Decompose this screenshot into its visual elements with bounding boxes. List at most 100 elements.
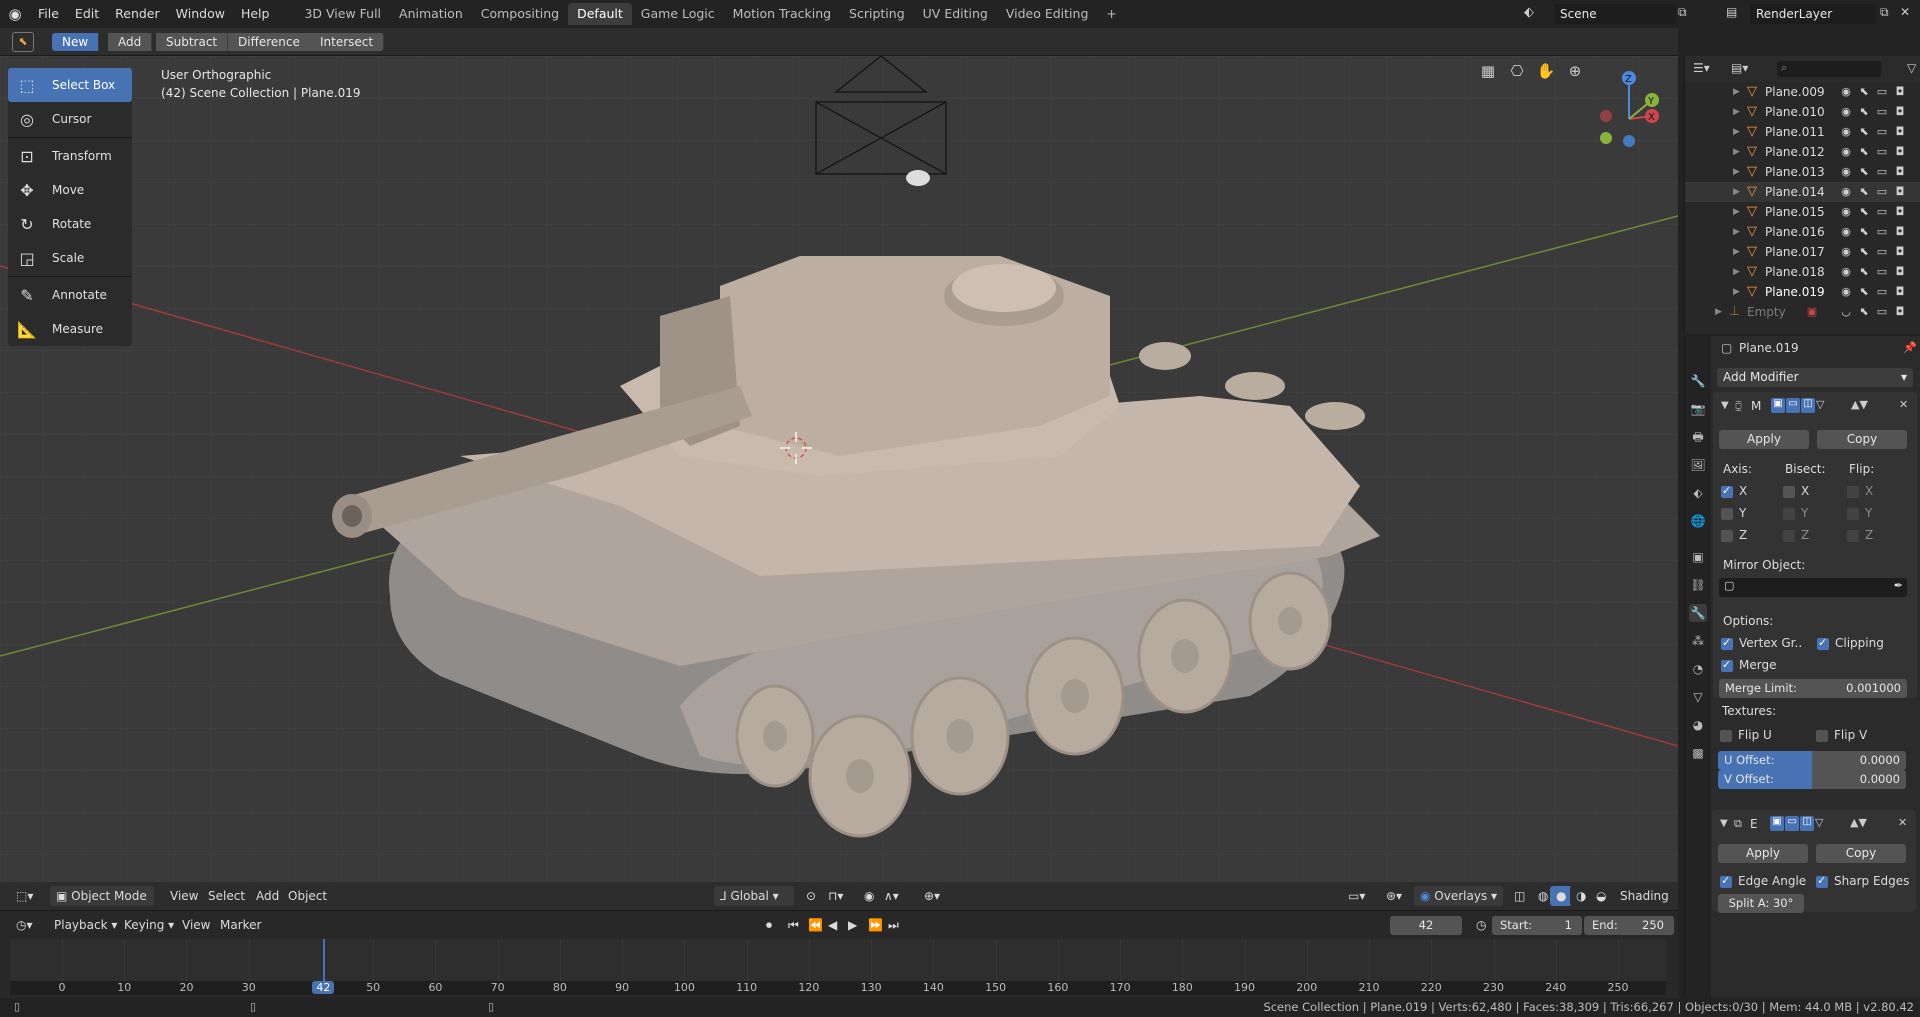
edge-split-copy-button[interactable]: Copy <box>1816 844 1906 863</box>
timeline-ruler[interactable]: 0 10 20 30 42 50 60 70 80 90 100 110 120 130 140 150 160… <box>10 981 1666 995</box>
mirror-object-field[interactable]: ▢ ✒ <box>1719 578 1907 597</box>
timeline-editor[interactable]: ◷▾ Playback ▾ Keying ▾ View Marker ⏺ ⏮ ⏪… <box>0 910 1678 1004</box>
display-mode-icon[interactable]: ▤▾ <box>1731 61 1748 75</box>
menu-select[interactable]: Select <box>202 886 252 906</box>
tab-default[interactable]: Default <box>568 3 632 25</box>
mirror-modifier-name[interactable]: M <box>1751 399 1761 413</box>
timeline-editor-type-icon[interactable]: ◷▾ <box>10 915 39 935</box>
mirror-move-up-icon[interactable]: ▲▼ <box>1851 398 1868 411</box>
menu-marker[interactable]: Marker <box>214 915 268 935</box>
object-data-props-icon[interactable]: ▽ <box>1689 688 1707 706</box>
edge-split-cage-icon[interactable]: ▽ <box>1815 816 1823 829</box>
physics-props-icon[interactable]: ◔ <box>1689 660 1707 678</box>
selectable-arrow-icon[interactable]: ⬉ <box>1857 305 1871 319</box>
viewport-display-icon[interactable]: ▭ <box>1875 305 1889 319</box>
expand-icon[interactable]: ▶ <box>1733 127 1740 137</box>
viewport-display-icon[interactable]: ▭ <box>1875 285 1889 299</box>
tab-compositing[interactable]: Compositing <box>472 3 568 25</box>
visibility-eye-icon[interactable]: ◉ <box>1839 125 1853 139</box>
transform-gizmo-icon[interactable]: ⊕▾ <box>918 886 947 906</box>
selectable-arrow-icon[interactable]: ⬉ <box>1857 285 1871 299</box>
render-camera-icon[interactable]: ◘ <box>1893 85 1907 99</box>
outliner-row[interactable]: ▶ ▽ Plane.011 ◉ ⬉ ▭ ◘ <box>1685 122 1920 142</box>
selectable-arrow-icon[interactable]: ⬉ <box>1857 85 1871 99</box>
flip-u-checkbox[interactable] <box>1720 730 1732 742</box>
axis-y-checkbox[interactable] <box>1721 508 1733 520</box>
bool-subtract-button[interactable]: Subtract <box>156 33 229 51</box>
tab-animation[interactable]: Animation <box>390 3 472 25</box>
flip-z-checkbox[interactable] <box>1847 530 1859 542</box>
menu-window[interactable]: Window <box>168 0 233 28</box>
bool-new-button[interactable]: New <box>52 33 100 51</box>
render-camera-icon[interactable]: ◘ <box>1893 265 1907 279</box>
scene-field[interactable]: Scene <box>1554 4 1676 24</box>
tab-3d-view-full[interactable]: 3D View Full <box>295 3 390 25</box>
scene-icon[interactable]: ⬖ <box>1524 5 1534 20</box>
render-camera-icon[interactable]: ◘ <box>1893 165 1907 179</box>
edge-split-modifier-name[interactable]: E <box>1750 817 1758 831</box>
selectable-arrow-icon[interactable]: ⬉ <box>1857 265 1871 279</box>
collapse-edge-split-icon[interactable]: ▼ <box>1720 818 1728 829</box>
visibility-eye-icon[interactable]: ◉ <box>1839 105 1853 119</box>
outliner-row[interactable]: ▶ ▽ Plane.018 ◉ ⬉ ▭ ◘ <box>1685 262 1920 282</box>
selectable-arrow-icon[interactable]: ⬉ <box>1857 185 1871 199</box>
start-frame-field[interactable]: Start: 1 <box>1492 916 1582 935</box>
tool-props-icon[interactable]: 🔧 <box>1689 372 1707 390</box>
visibility-eye-icon[interactable]: ◉ <box>1839 205 1853 219</box>
expand-icon[interactable]: ▶ <box>1733 187 1740 197</box>
collapse-mirror-icon[interactable]: ▼ <box>1721 400 1729 411</box>
mirror-editmode-icon[interactable]: ▣ <box>1771 398 1785 413</box>
mirror-realtime-icon[interactable]: ▭ <box>1786 398 1800 413</box>
snap-icon[interactable]: ⊓▾ <box>822 886 850 906</box>
selectable-arrow-icon[interactable]: ⬉ <box>1857 205 1871 219</box>
outliner-row[interactable]: ▶ ▽ Plane.013 ◉ ⬉ ▭ ◘ <box>1685 162 1920 182</box>
tool-measure[interactable]: 📐 Measure <box>8 312 132 346</box>
falloff-icon[interactable]: ∧▾ <box>878 886 905 906</box>
menu-edit[interactable]: Edit <box>67 0 107 28</box>
tool-rotate[interactable]: ↻ Rotate <box>8 207 132 241</box>
play-icon[interactable]: ▶ <box>842 915 864 935</box>
modifier-props-icon[interactable]: 🔧 <box>1689 604 1707 622</box>
outliner-row-empty[interactable]: ▶ ⊥ Empty ▣ ◡ ⬉ ▭ ◘ <box>1685 302 1920 322</box>
viewport-display-icon[interactable]: ▭ <box>1875 145 1889 159</box>
expand-icon[interactable]: ▶ <box>1733 207 1740 217</box>
viewport-display-icon[interactable]: ▭ <box>1875 245 1889 259</box>
expand-icon[interactable]: ▶ <box>1733 167 1740 177</box>
shading-dropdown[interactable]: Shading ▾ <box>1614 886 1678 923</box>
expand-icon[interactable]: ▶ <box>1733 87 1740 97</box>
edge-angle-checkbox[interactable] <box>1720 874 1732 888</box>
constraints-props-icon[interactable]: ⛓ <box>1689 576 1707 594</box>
outliner-row[interactable]: ▶ ▽ Plane.010 ◉ ⬉ ▭ ◘ <box>1685 102 1920 122</box>
selectable-arrow-icon[interactable]: ⬉ <box>1857 165 1871 179</box>
menu-file[interactable]: File <box>30 0 67 28</box>
orientation-dropdown[interactable]: ⅃ Global ▾ <box>714 886 794 906</box>
blender-logo-icon[interactable]: ◉ <box>0 0 30 28</box>
outliner-row[interactable]: ▶ ▽ Plane.009 ◉ ⬉ ▭ ◘ <box>1685 82 1920 102</box>
menu-playback[interactable]: Playback ▾ <box>48 915 124 935</box>
render-camera-icon[interactable]: ◘ <box>1893 305 1907 319</box>
mirror-remove-icon[interactable]: ✕ <box>1899 398 1908 411</box>
viewport-display-icon[interactable]: ▭ <box>1875 165 1889 179</box>
bool-difference-button[interactable]: Difference <box>228 33 311 51</box>
expand-icon[interactable]: ▶ <box>1733 107 1740 117</box>
camera-view-icon[interactable]: ⎔ <box>1507 62 1527 82</box>
visibility-eye-icon[interactable]: ◉ <box>1839 245 1853 259</box>
edge-split-realtime-icon[interactable]: ▭ <box>1785 816 1799 831</box>
render-camera-icon[interactable]: ◘ <box>1893 145 1907 159</box>
outliner-row[interactable]: ▶ ▽ Plane.015 ◉ ⬉ ▭ ◘ <box>1685 202 1920 222</box>
add-modifier-dropdown[interactable]: Add Modifier ▾ <box>1717 368 1913 387</box>
expand-icon[interactable]: ▶ <box>1733 287 1740 297</box>
tool-transform[interactable]: ⊡ Transform <box>8 139 132 173</box>
xray-icon[interactable]: ◫ <box>1508 886 1532 906</box>
render-layer-icon[interactable]: ▤ <box>1726 5 1737 19</box>
expand-icon[interactable]: ▶ <box>1733 247 1740 257</box>
visibility-eye-icon[interactable]: ◉ <box>1839 145 1853 159</box>
mirror-cage-icon[interactable]: ▽ <box>1816 398 1824 411</box>
render-camera-icon[interactable]: ◘ <box>1893 225 1907 239</box>
axis-z-checkbox[interactable] <box>1721 530 1733 542</box>
bisect-y-checkbox[interactable] <box>1783 508 1795 520</box>
menu-view[interactable]: View <box>164 886 205 906</box>
mirror-apply-button[interactable]: Apply <box>1719 430 1809 449</box>
end-frame-field[interactable]: End: 250 <box>1584 916 1674 935</box>
outliner-editor-icon[interactable]: ☰▾ <box>1693 61 1710 75</box>
